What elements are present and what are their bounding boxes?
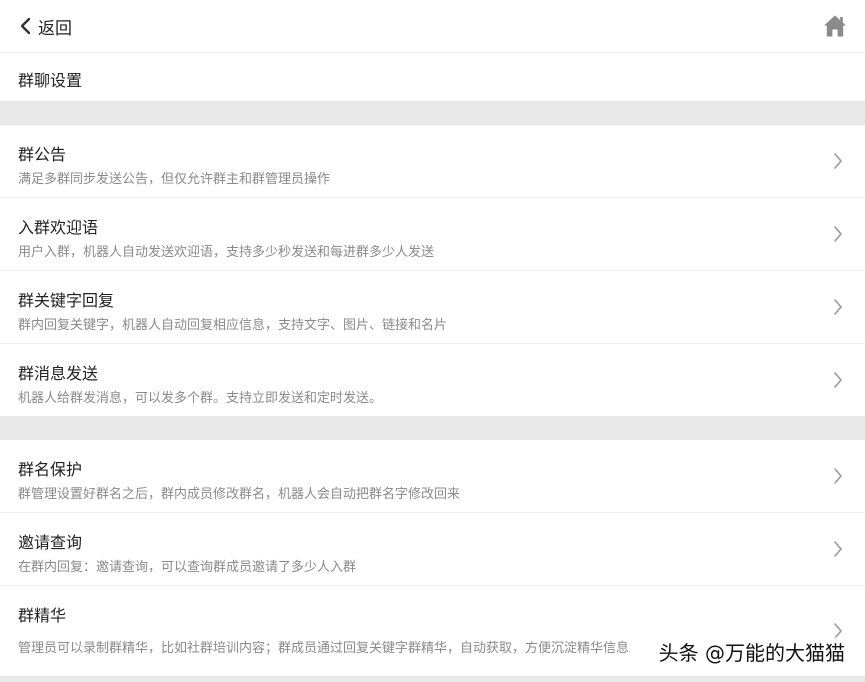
item-description: 管理员可以录制群精华，比如社群培训内容；群成员通过回复关键字群精华，自动获取，方… <box>18 641 630 656</box>
page-title-row: 群聊设置 <box>0 53 865 101</box>
chevron-right-icon <box>834 468 842 484</box>
chevron-left-icon <box>20 17 31 35</box>
settings-section-1: 群公告 满足多群同步发送公告，但仅允许群主和群管理员操作 入群欢迎语 用户入群，… <box>0 125 865 416</box>
item-description: 群管理设置好群名之后，群内成员修改群名，机器人会自动把群名字修改回来 <box>18 487 461 502</box>
item-description: 群内回复关键字，机器人自动回复相应信息，支持文字、图片、链接和名片 <box>18 318 448 333</box>
chevron-right-icon <box>834 299 842 315</box>
item-title: 群名保护 <box>18 460 83 479</box>
item-description: 机器人给群发消息，可以发多个群。支持立即发送和定时发送。 <box>18 391 383 406</box>
home-icon <box>824 15 846 37</box>
top-bar: 返回 <box>0 0 865 53</box>
back-label: 返回 <box>38 18 72 39</box>
item-title: 邀请查询 <box>18 533 83 552</box>
setting-keyword-reply[interactable]: 群关键字回复 群内回复关键字，机器人自动回复相应信息，支持文字、图片、链接和名片 <box>0 271 865 344</box>
item-title: 群精华 <box>18 606 67 625</box>
item-title: 群消息发送 <box>18 364 99 383</box>
page-title: 群聊设置 <box>18 71 83 90</box>
item-description: 满足多群同步发送公告，但仅允许群主和群管理员操作 <box>18 172 331 187</box>
item-description: 在群内回复：邀请查询，可以查询群成员邀请了多少人入群 <box>18 560 357 575</box>
setting-invite-query[interactable]: 邀请查询 在群内回复：邀请查询，可以查询群成员邀请了多少人入群 <box>0 513 865 586</box>
chevron-right-icon <box>834 541 842 557</box>
setting-group-announcement[interactable]: 群公告 满足多群同步发送公告，但仅允许群主和群管理员操作 <box>0 125 865 198</box>
item-title: 入群欢迎语 <box>18 218 99 237</box>
back-button[interactable]: 返回 <box>18 13 72 39</box>
item-title: 群公告 <box>18 145 67 164</box>
setting-group-message-send[interactable]: 群消息发送 机器人给群发消息，可以发多个群。支持立即发送和定时发送。 <box>0 344 865 416</box>
home-button[interactable] <box>823 14 847 38</box>
setting-welcome-message[interactable]: 入群欢迎语 用户入群，机器人自动发送欢迎语，支持多少秒发送和每进群多少人发送 <box>0 198 865 271</box>
chevron-right-icon <box>834 153 842 169</box>
setting-group-name-protection[interactable]: 群名保护 群管理设置好群名之后，群内成员修改群名，机器人会自动把群名字修改回来 <box>0 440 865 513</box>
item-description: 用户入群，机器人自动发送欢迎语，支持多少秒发送和每进群多少人发送 <box>18 245 435 260</box>
item-title: 群关键字回复 <box>18 291 115 310</box>
watermark: 头条 @万能的大猫猫 <box>656 637 847 666</box>
chevron-right-icon <box>834 372 842 388</box>
chevron-right-icon <box>834 226 842 242</box>
